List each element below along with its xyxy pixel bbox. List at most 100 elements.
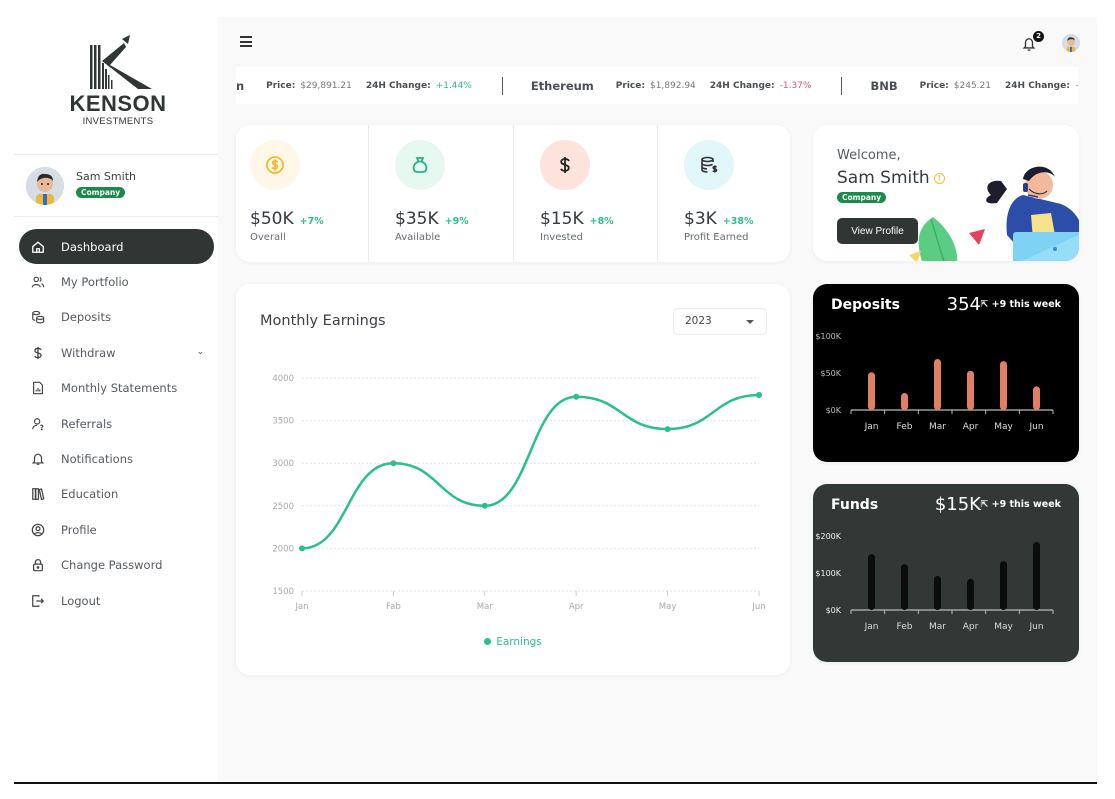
earnings-title: Monthly Earnings — [260, 313, 386, 329]
stat-available: $35K +9% Available — [368, 125, 513, 262]
sidebar-item-label: Monthly Statements — [61, 381, 178, 396]
legend-label: Earnings — [496, 636, 542, 648]
x-tick-label: Jun — [1028, 622, 1043, 632]
users-icon — [31, 275, 45, 289]
x-tick-label: Jan — [864, 622, 879, 632]
sidebar-item-logout[interactable]: Logout — [19, 583, 214, 618]
sidebar-item-my-portfolio[interactable]: My Portfolio — [19, 264, 214, 299]
user-question-icon — [31, 417, 45, 431]
bar — [1033, 541, 1040, 610]
sidebar-item-withdraw[interactable]: Withdraw ⌄ — [19, 335, 214, 370]
coins-icon — [31, 310, 45, 324]
bar — [1000, 561, 1007, 610]
y-tick-label: 4000 — [272, 374, 294, 384]
report-icon — [31, 381, 45, 395]
x-tick-label: Apr — [963, 422, 979, 432]
welcome-greeting: Welcome, — [837, 148, 901, 163]
deposits-value: 354 — [946, 294, 981, 315]
welcome-card: Welcome, Sam Smith! Company View Profile — [813, 125, 1079, 261]
sidebar-item-label: Dashboard — [61, 239, 124, 254]
funds-value: $15K — [934, 494, 981, 515]
x-tick-label: Jun — [1028, 422, 1043, 432]
stat-label: Available — [395, 232, 441, 243]
logo-mark-icon — [90, 35, 152, 89]
ticker-price-label: Price: — [919, 80, 949, 91]
y-tick-label: $50K — [820, 369, 841, 378]
x-tick-label: Apr — [569, 602, 584, 612]
sidebar-item-education[interactable]: Education — [19, 477, 214, 512]
stat-change: +9% — [444, 216, 469, 227]
sidebar-item-change-password[interactable]: Change Password — [19, 548, 214, 583]
stat-invested: $15K +8% Invested — [513, 125, 657, 262]
stats-card: $50K +7% Overall $35K +9% Available $15K +8… — [236, 125, 790, 262]
year-select[interactable]: 2023 — [673, 308, 767, 335]
sidebar-item-monthly-statements[interactable]: Monthly Statements — [19, 371, 214, 406]
sidebar-item-label: Notifications — [61, 452, 133, 467]
y-tick-label: $100K — [815, 569, 841, 578]
y-tick-label: 2500 — [272, 502, 294, 512]
sidebar-item-dashboard[interactable]: Dashboard — [19, 229, 214, 265]
ticker-change: +1.44% — [435, 80, 472, 91]
kenson-logo[interactable]: KENSON INVESTMENTS — [68, 33, 168, 129]
ticker-change: +0.46% — [1075, 81, 1078, 91]
dollar-icon — [31, 346, 45, 360]
x-tick-label: May — [659, 602, 677, 612]
bar — [934, 575, 941, 610]
x-tick-label: Jan — [864, 422, 879, 432]
deposits-week-change: ⇱ +9 this week — [980, 299, 1061, 310]
x-tick-label: May — [994, 622, 1013, 632]
sidebar-item-profile[interactable]: Profile — [19, 512, 214, 547]
monthly-earnings-card: Monthly Earnings 2023 1500 2000 2500 3000 35… — [236, 284, 790, 675]
year-select-value: 2023 — [685, 315, 712, 327]
notifications-button[interactable]: 2 — [1022, 31, 1044, 54]
welcome-name: Sam Smith — [837, 168, 930, 188]
brand-name: KENSON — [69, 91, 167, 116]
logout-icon — [31, 594, 45, 608]
user-summary[interactable]: Sam Smith Company — [26, 167, 206, 207]
y-tick-label: 1500 — [272, 587, 294, 597]
x-tick-label: Mar — [929, 422, 946, 432]
menu-toggle-icon[interactable] — [240, 36, 256, 50]
stat-value: $50K — [250, 209, 294, 229]
y-tick-label: $0K — [826, 606, 842, 615]
divider — [14, 216, 218, 217]
ticker-coin: in — [236, 78, 245, 93]
notification-count-badge: 2 — [1033, 31, 1044, 42]
chevron-down-icon[interactable]: ⌄ — [196, 347, 204, 357]
user-avatar-button[interactable] — [1062, 34, 1080, 52]
y-tick-label: $100K — [815, 332, 841, 341]
database-dollar-icon — [684, 140, 734, 190]
bar — [901, 564, 908, 610]
x-tick-label: Jun — [751, 602, 765, 612]
ticker-coin: Ethereum — [530, 78, 594, 93]
sidebar-item-label: Profile — [61, 522, 97, 537]
x-tick-label: Feb — [897, 622, 913, 632]
sidebar-item-referrals[interactable]: Referrals — [19, 406, 214, 441]
deposits-title: Deposits — [831, 297, 900, 313]
user-badge: Company — [76, 187, 126, 198]
bar — [934, 358, 941, 410]
bar — [1033, 386, 1040, 410]
stat-label: Profit Earned — [684, 232, 749, 243]
info-icon[interactable]: ! — [933, 173, 945, 184]
ticker-change-label: 24H Change: — [709, 80, 775, 91]
data-point — [299, 545, 305, 552]
data-point — [664, 426, 671, 433]
data-point — [481, 502, 488, 509]
chart-legend[interactable]: Earnings — [236, 636, 790, 648]
funds-title: Funds — [831, 497, 879, 513]
bar — [967, 370, 974, 410]
sidebar-item-notifications[interactable]: Notifications — [19, 441, 214, 476]
avatar — [1062, 34, 1080, 52]
stat-value: $35K — [395, 209, 439, 229]
sidebar-item-deposits[interactable]: Deposits — [19, 300, 214, 335]
view-profile-button[interactable]: View Profile — [837, 218, 918, 244]
bar — [1000, 361, 1007, 410]
bell-icon — [31, 452, 45, 466]
bar — [868, 554, 875, 610]
x-tick-label: Feb — [897, 422, 913, 432]
deposits-bar-chart: $0K $50K $100K Jan Feb Mar Apr May Jun — [815, 332, 1054, 432]
data-point — [573, 393, 580, 400]
sidebar-nav: Dashboard My Portfolio Deposits Withdraw… — [19, 229, 214, 618]
legend-marker — [484, 638, 492, 645]
